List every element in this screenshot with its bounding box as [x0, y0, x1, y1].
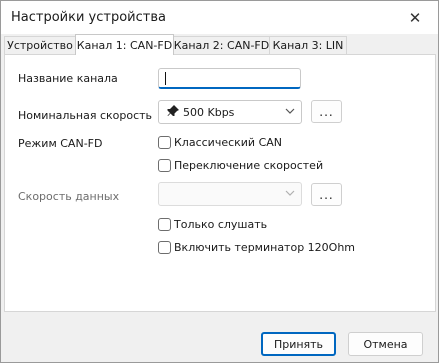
- bitrate-switch-checkbox[interactable]: Переключение скоростей: [158, 159, 323, 172]
- cancel-label: Отмена: [363, 337, 408, 351]
- chevron-down-icon: [285, 108, 295, 114]
- nominal-speed-label: Номинальная скорость: [18, 109, 153, 122]
- data-speed-select[interactable]: [158, 182, 302, 206]
- classic-can-checkbox[interactable]: Классический CAN: [158, 136, 282, 149]
- channel-name-label: Название канала: [18, 72, 118, 85]
- terminator-label: Включить терминатор 120Ohm: [174, 241, 356, 254]
- canfd-mode-label: Режим CAN-FD: [18, 137, 103, 150]
- tab-label: Устройство: [7, 39, 73, 52]
- nominal-speed-value: 500 Kbps: [183, 106, 235, 119]
- listen-only-label: Только слушать: [174, 218, 268, 231]
- more-label: ...: [319, 187, 334, 202]
- close-icon: ✕: [408, 8, 422, 27]
- nominal-speed-more-button[interactable]: ...: [311, 100, 342, 123]
- tab-channel-3[interactable]: Канал 3: LIN: [269, 36, 347, 54]
- listen-only-checkbox[interactable]: Только слушать: [158, 218, 267, 231]
- checkbox-box[interactable]: [158, 241, 171, 254]
- data-speed-label: Скорость данных: [18, 190, 120, 203]
- bitrate-switch-label: Переключение скоростей: [174, 159, 324, 172]
- tab-channel-1[interactable]: Канал 1: CAN-FD: [75, 34, 174, 55]
- close-button[interactable]: ✕: [392, 1, 438, 34]
- tab-label: Канал 1: CAN-FD: [76, 38, 173, 52]
- checkbox-box[interactable]: [158, 136, 171, 149]
- accept-button[interactable]: Принять: [261, 332, 336, 356]
- cancel-button[interactable]: Отмена: [348, 332, 423, 356]
- checkbox-box[interactable]: [158, 159, 171, 172]
- device-settings-dialog: Настройки устройства ✕ Устройство Канал …: [0, 0, 439, 363]
- chevron-down-icon: [285, 190, 295, 196]
- data-speed-more-button[interactable]: ...: [311, 183, 342, 206]
- window-title: Настройки устройства: [11, 10, 166, 25]
- tab-device[interactable]: Устройство: [4, 36, 76, 54]
- accept-label: Принять: [273, 337, 324, 351]
- nominal-speed-select[interactable]: 500 Kbps: [158, 100, 302, 124]
- pin-icon: [167, 105, 179, 116]
- checkbox-box[interactable]: [158, 218, 171, 231]
- terminator-checkbox[interactable]: Включить терминатор 120Ohm: [158, 241, 355, 254]
- text-caret: [165, 72, 166, 85]
- classic-can-label: Классический CAN: [174, 136, 283, 149]
- tab-strip: Устройство Канал 1: CAN-FD Канал 2: CAN-…: [4, 34, 437, 55]
- more-label: ...: [319, 104, 334, 119]
- tab-channel-2[interactable]: Канал 2: CAN-FD: [173, 36, 270, 54]
- channel-name-input[interactable]: [158, 68, 301, 89]
- title-bar: Настройки устройства ✕: [1, 1, 438, 34]
- tab-label: Канал 2: CAN-FD: [173, 39, 270, 52]
- tab-label: Канал 3: LIN: [272, 39, 344, 52]
